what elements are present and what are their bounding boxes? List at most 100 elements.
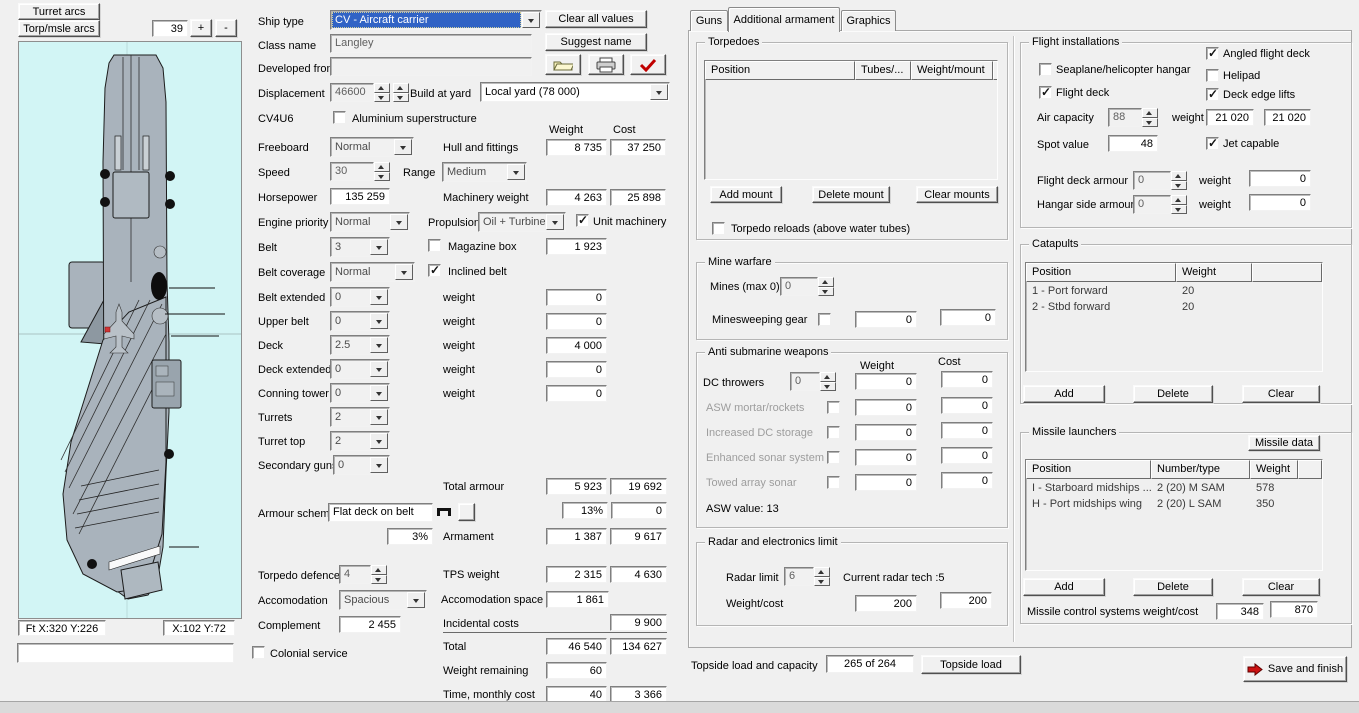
deck-dropdown[interactable]: 2.5 — [330, 335, 390, 355]
displacement-spinner-coarse[interactable] — [393, 83, 409, 102]
asw-mortar-checkbox[interactable] — [827, 401, 840, 414]
dc-storage-checkbox[interactable] — [827, 426, 840, 439]
flight-deck-checkbox[interactable] — [1039, 86, 1052, 99]
mines-input[interactable]: 0 — [780, 277, 818, 296]
chevron-down-icon[interactable] — [395, 264, 413, 280]
missile-row[interactable]: H - Port midships wing 2 (20) L SAM 350 — [1026, 495, 1322, 511]
developed-from-input[interactable] — [330, 57, 532, 76]
upper-belt-dropdown[interactable]: 0 — [330, 311, 390, 331]
tab-additional-armament[interactable]: Additional armament — [728, 7, 840, 32]
catapults-add-button[interactable]: Add — [1023, 385, 1105, 403]
tab-guns[interactable]: Guns — [690, 10, 728, 31]
chevron-down-icon[interactable] — [370, 433, 388, 449]
save-and-finish-button[interactable]: Save and finish — [1243, 656, 1347, 682]
load-design-button[interactable] — [545, 54, 581, 75]
inclined-belt-checkbox[interactable] — [428, 264, 441, 277]
chevron-down-icon[interactable] — [370, 239, 388, 255]
validate-design-button[interactable] — [630, 54, 666, 75]
turrets-dropdown[interactable]: 2 — [330, 407, 390, 427]
angled-flight-deck-checkbox[interactable] — [1206, 47, 1219, 60]
chevron-down-icon[interactable] — [394, 139, 412, 155]
speed-spinner[interactable] — [374, 162, 390, 181]
chevron-down-icon[interactable] — [370, 337, 388, 353]
chevron-down-icon[interactable] — [370, 457, 388, 473]
displacement-input[interactable]: 46600 — [330, 83, 374, 102]
radar-limit-spinner[interactable] — [814, 567, 830, 586]
chevron-down-icon[interactable] — [370, 385, 388, 401]
speed-input[interactable]: 30 — [330, 162, 374, 181]
clear-mounts-button[interactable]: Clear mounts — [916, 186, 998, 203]
mines-spinner[interactable] — [818, 277, 834, 296]
propulsion-dropdown[interactable]: Oil + Turbine — [478, 212, 566, 232]
secondary-guns-dropdown[interactable]: 0 — [333, 455, 390, 475]
print-button[interactable] — [588, 54, 624, 75]
torpedo-reloads-checkbox[interactable] — [712, 222, 725, 235]
ship-type-dropdown[interactable]: CV - Aircraft carrier — [330, 10, 542, 30]
zoom-level-field[interactable]: 39 — [152, 20, 188, 37]
class-name-input[interactable]: Langley — [330, 34, 532, 53]
accomodation-dropdown[interactable]: Spacious — [339, 590, 427, 610]
dc-throwers-input[interactable]: 0 — [790, 372, 820, 391]
hangar-side-armour-spinner[interactable] — [1171, 195, 1187, 214]
unit-machinery-checkbox[interactable] — [576, 214, 589, 227]
chevron-down-icon[interactable] — [650, 84, 668, 100]
seaplane-hangar-checkbox[interactable] — [1039, 63, 1052, 76]
belt-dropdown[interactable]: 3 — [330, 237, 390, 257]
armour-scheme-field[interactable]: Flat deck on belt — [328, 503, 433, 522]
torpedoes-col-tubes[interactable]: Tubes/... — [855, 61, 911, 80]
radar-limit-input[interactable]: 6 — [784, 567, 814, 586]
delete-mount-button[interactable]: Delete mount — [812, 186, 890, 203]
clear-all-values-button[interactable]: Clear all values — [545, 10, 647, 28]
turret-top-dropdown[interactable]: 2 — [330, 431, 390, 451]
chevron-down-icon[interactable] — [546, 214, 564, 230]
chevron-down-icon[interactable] — [370, 289, 388, 305]
missiles-col-position[interactable]: Position — [1026, 460, 1151, 479]
build-at-yard-dropdown[interactable]: Local yard (78 000) — [480, 82, 670, 102]
aluminium-superstructure-checkbox[interactable] — [333, 111, 346, 124]
colonial-service-checkbox[interactable] — [252, 646, 265, 659]
deck-edge-lifts-checkbox[interactable] — [1206, 88, 1219, 101]
zoom-out-button[interactable]: - — [215, 19, 237, 37]
flight-deck-armour-spinner[interactable] — [1171, 171, 1187, 190]
chevron-down-icon[interactable] — [370, 361, 388, 377]
add-mount-button[interactable]: Add mount — [710, 186, 782, 203]
torpedoes-col-position[interactable]: Position — [705, 61, 855, 80]
catapult-row[interactable]: 1 - Port forward 20 — [1026, 282, 1322, 298]
catapults-col-weight[interactable]: Weight — [1176, 263, 1252, 282]
suggest-name-button[interactable]: Suggest name — [545, 33, 647, 51]
torp-msle-arcs-button[interactable]: Torp/msle arcs — [18, 20, 100, 37]
torpedo-defence-spinner[interactable] — [371, 565, 387, 584]
towed-array-checkbox[interactable] — [827, 476, 840, 489]
torpedoes-table[interactable]: Position Tubes/... Weight/mount — [704, 60, 998, 180]
belt-coverage-dropdown[interactable]: Normal — [330, 262, 415, 282]
missile-row[interactable]: I - Starboard midships ... 2 (20) M SAM … — [1026, 479, 1322, 495]
missiles-add-button[interactable]: Add — [1023, 578, 1105, 596]
armour-scheme-picker-button[interactable] — [458, 503, 475, 521]
missiles-delete-button[interactable]: Delete — [1133, 578, 1213, 596]
catapults-col-position[interactable]: Position — [1026, 263, 1176, 282]
catapults-table[interactable]: Position Weight 1 - Port forward 20 2 - … — [1025, 262, 1323, 372]
topside-load-button[interactable]: Topside load — [921, 655, 1021, 674]
missiles-clear-button[interactable]: Clear — [1242, 578, 1320, 596]
flight-deck-armour-input[interactable]: 0 — [1133, 171, 1171, 190]
helipad-checkbox[interactable] — [1206, 69, 1219, 82]
chevron-down-icon[interactable] — [507, 164, 525, 180]
enhanced-sonar-checkbox[interactable] — [827, 451, 840, 464]
engine-priority-dropdown[interactable]: Normal — [330, 212, 410, 232]
catapult-row[interactable]: 2 - Stbd forward 20 — [1026, 298, 1322, 314]
displacement-spinner-fine[interactable] — [374, 83, 390, 102]
torpedo-defence-input[interactable]: 4 — [339, 565, 371, 584]
hangar-side-armour-input[interactable]: 0 — [1133, 195, 1171, 214]
catapults-clear-button[interactable]: Clear — [1242, 385, 1320, 403]
tab-graphics[interactable]: Graphics — [841, 10, 896, 31]
chevron-down-icon[interactable] — [370, 313, 388, 329]
freeboard-dropdown[interactable]: Normal — [330, 137, 414, 157]
air-capacity-spinner[interactable] — [1142, 108, 1158, 127]
jet-capable-checkbox[interactable] — [1206, 137, 1219, 150]
chevron-down-icon[interactable] — [390, 214, 408, 230]
torpedoes-col-weight[interactable]: Weight/mount — [911, 61, 993, 80]
missiles-col-weight[interactable]: Weight — [1250, 460, 1298, 479]
air-capacity-input[interactable]: 88 — [1108, 108, 1142, 127]
ship-drawing-canvas[interactable] — [18, 41, 242, 619]
catapults-delete-button[interactable]: Delete — [1133, 385, 1213, 403]
